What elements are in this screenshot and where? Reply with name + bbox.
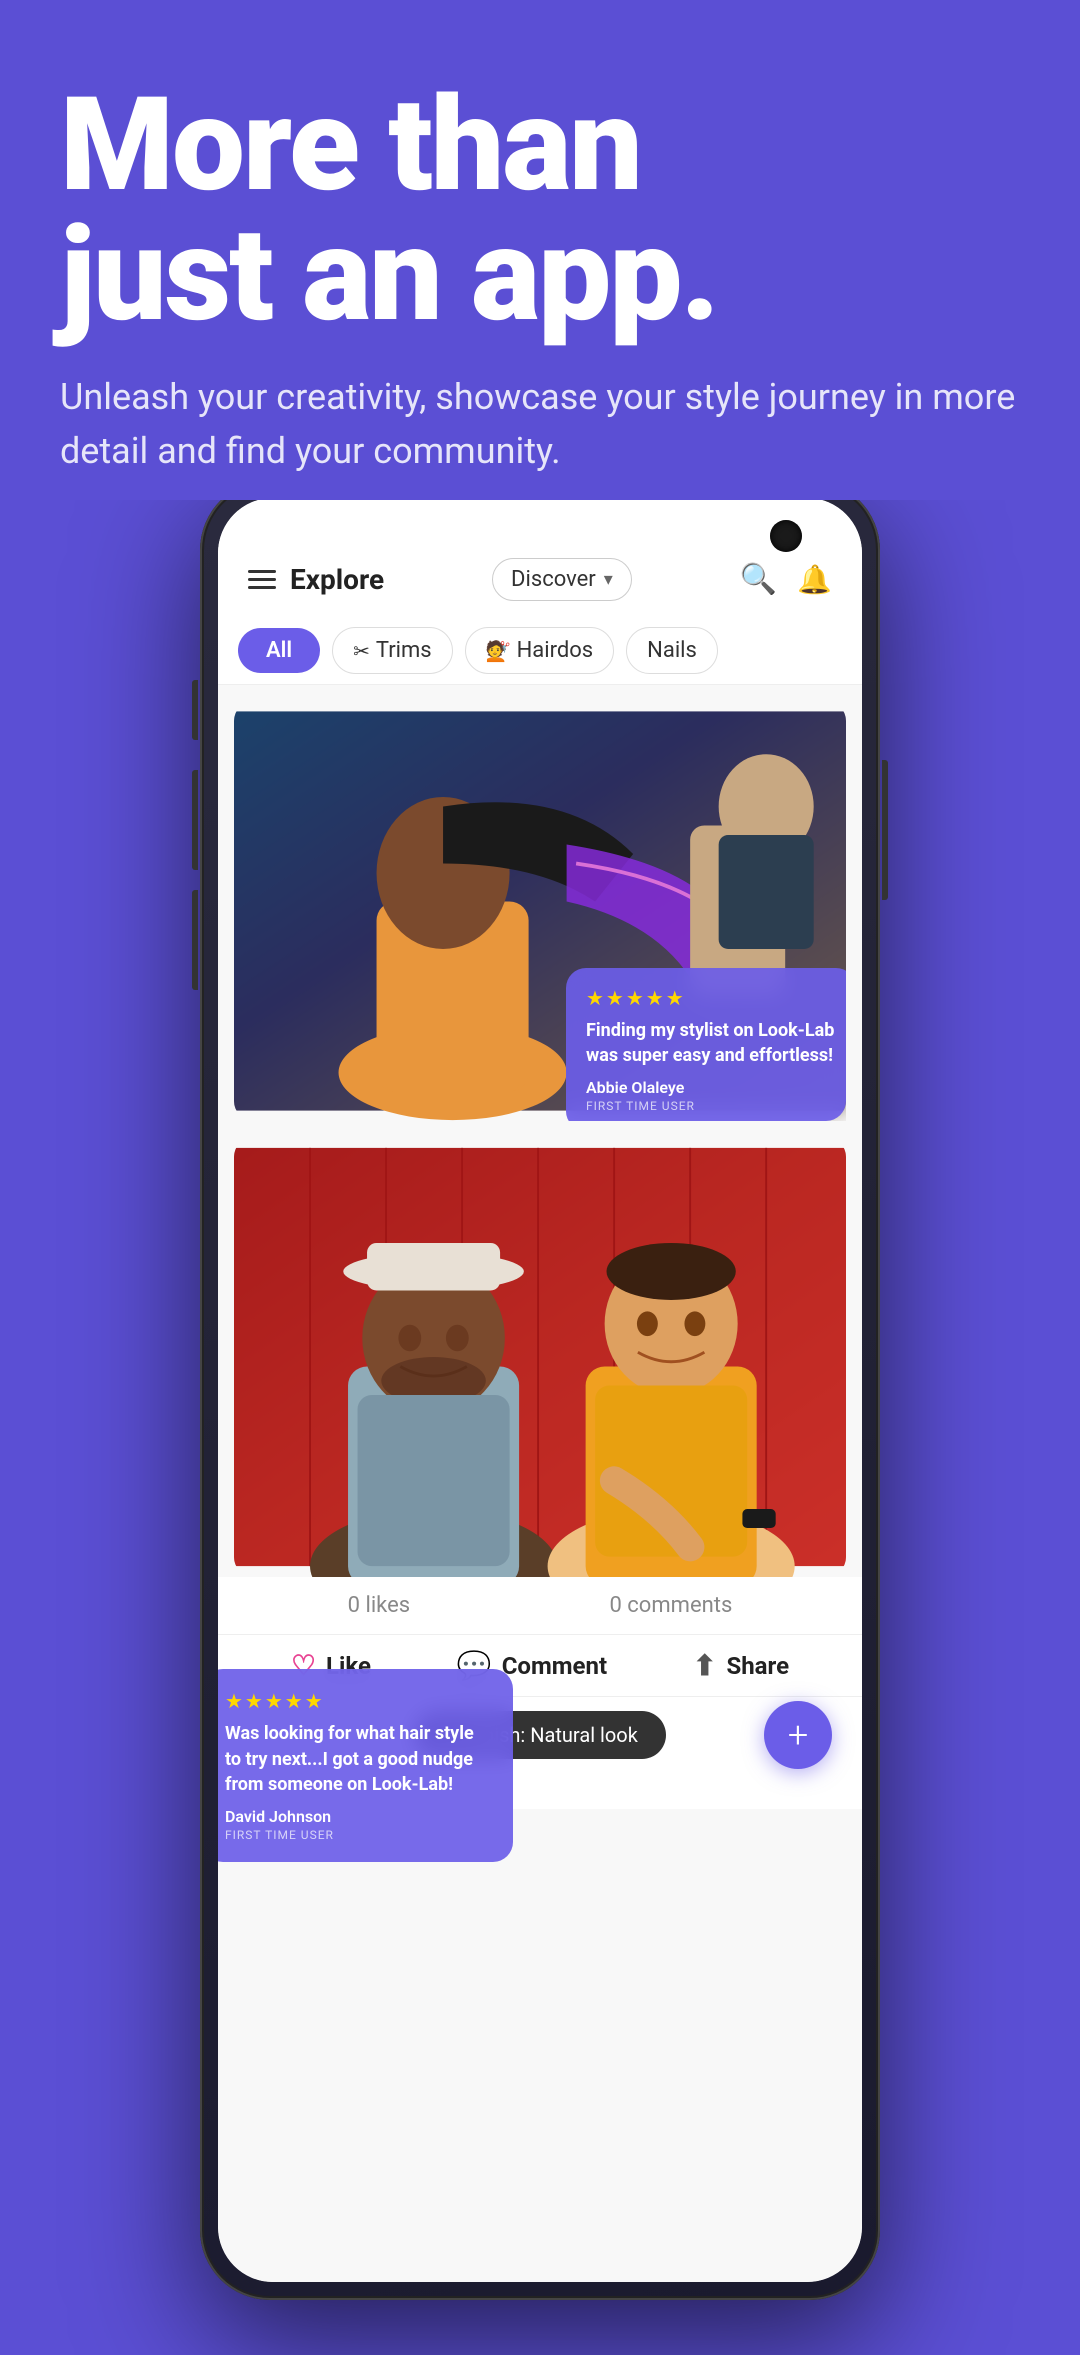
stars-1: ★★★★★: [586, 986, 836, 1010]
search-icon[interactable]: 🔍: [740, 562, 777, 597]
men-image-svg: [234, 1137, 846, 1577]
post-image-2: [234, 1137, 846, 1577]
reviewer-tag-2: FIRST TIME USER: [225, 1828, 491, 1842]
hamburger-icon[interactable]: [248, 570, 276, 589]
topbar-icons: 🔍 🔔: [740, 562, 832, 597]
reviewer-name-2: David Johnson: [225, 1807, 491, 1826]
topbar-left: Explore: [248, 563, 384, 596]
review-card-2: ★★★★★ Was looking for what hair style to…: [218, 1669, 513, 1862]
scissors-icon: ✂: [353, 639, 370, 663]
stars-2: ★★★★★: [225, 1689, 491, 1713]
review-card-1: ★★★★★ Finding my stylist on Look-Lab was…: [566, 968, 846, 1121]
phone-wrapper: Explore Discover ▾ 🔍 🔔 All ✂ Trims: [200, 480, 880, 2300]
tab-nails[interactable]: Nails: [626, 627, 718, 674]
bell-icon[interactable]: 🔔: [797, 563, 832, 596]
app-topbar: Explore Discover ▾ 🔍 🔔: [218, 498, 862, 617]
share-button[interactable]: ⬆ Share: [693, 1649, 789, 1682]
explore-label: Explore: [290, 563, 384, 596]
chevron-down-icon: ▾: [604, 569, 613, 590]
reviewer-name-1: Abbie Olaleye: [586, 1078, 836, 1097]
hero-subtitle: Unleash your creativity, showcase your s…: [60, 370, 1020, 478]
plus-icon: +: [788, 1714, 808, 1756]
tab-hairdos[interactable]: 💇 Hairdos: [465, 627, 614, 674]
tab-trims[interactable]: ✂ Trims: [332, 627, 453, 674]
fab-button[interactable]: +: [764, 1701, 832, 1769]
front-camera: [770, 520, 802, 552]
phone-screen: Explore Discover ▾ 🔍 🔔 All ✂ Trims: [218, 498, 862, 2282]
hairdryer-icon: 💇: [486, 639, 511, 663]
feed-content[interactable]: ★★★★★ Finding my stylist on Look-Lab was…: [218, 685, 862, 2282]
hero-section: More than just an app. Unleash your crea…: [0, 0, 1080, 500]
review-text-2: Was looking for what hair style to try n…: [225, 1721, 491, 1797]
share-icon: ⬆: [693, 1649, 716, 1682]
app-ui: Explore Discover ▾ 🔍 🔔 All ✂ Trims: [218, 498, 862, 2282]
discover-dropdown[interactable]: Discover ▾: [492, 558, 632, 601]
hero-text: More than just an app. Unleash your crea…: [60, 80, 1020, 478]
reviewer-tag-1: FIRST TIME USER: [586, 1099, 836, 1113]
tab-all[interactable]: All: [238, 628, 320, 673]
filter-tabs: All ✂ Trims 💇 Hairdos Nails: [218, 617, 862, 685]
hero-title: More than just an app.: [60, 80, 1020, 340]
comments-count: 0 comments: [609, 1593, 732, 1618]
discover-label: Discover: [511, 567, 596, 592]
engagement-bar: 0 likes 0 comments: [218, 1577, 862, 1634]
likes-count: 0 likes: [348, 1593, 410, 1618]
post-image-1: ★★★★★ Finding my stylist on Look-Lab was…: [234, 701, 846, 1121]
review-text-1: Finding my stylist on Look-Lab was super…: [586, 1018, 836, 1068]
